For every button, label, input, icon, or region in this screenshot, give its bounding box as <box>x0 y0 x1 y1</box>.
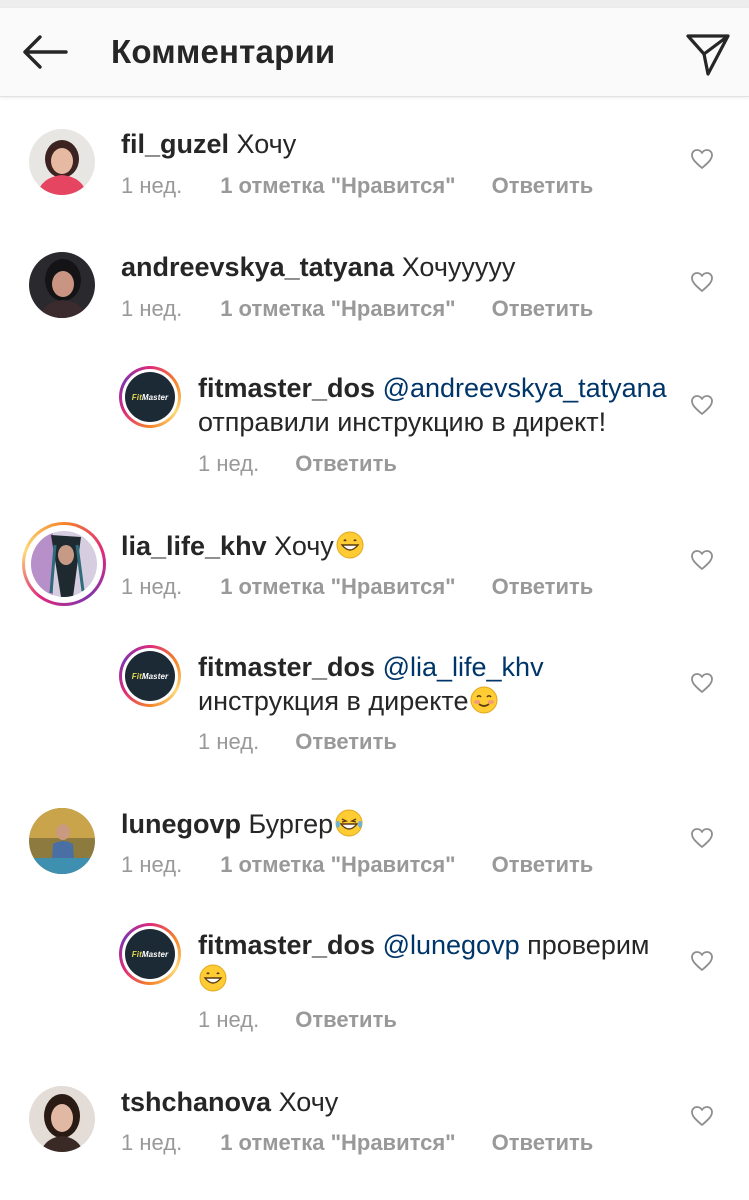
comment-time: 1 нед. <box>121 1130 183 1155</box>
app-header: Комментарии <box>0 8 749 97</box>
reply-text: инструкция в директе <box>198 686 469 716</box>
comment-username[interactable]: tshchanova <box>121 1087 271 1117</box>
likes-count-link[interactable]: 1 отметка "Нравится" <box>220 852 455 877</box>
heart-icon[interactable] <box>690 827 714 849</box>
likes-count-link[interactable]: 1 отметка "Нравится" <box>220 296 455 321</box>
heart-icon[interactable] <box>690 950 714 972</box>
reply-time: 1 нед. <box>198 1007 260 1032</box>
comment-time: 1 нед. <box>121 173 183 198</box>
likes-count-link[interactable]: 1 отметка "Нравится" <box>220 1130 455 1155</box>
mention-link[interactable]: @lunegovp <box>383 930 520 960</box>
comment-text: Хочу <box>236 129 297 159</box>
reply-button[interactable]: Ответить <box>492 296 594 321</box>
back-button[interactable] <box>18 32 70 72</box>
avatar[interactable] <box>29 252 95 318</box>
avatar[interactable]: Fit Master <box>119 645 181 707</box>
comment-username[interactable]: fil_guzel <box>121 129 229 159</box>
comment-username[interactable]: andreevskya_tatyana <box>121 252 394 282</box>
avatar[interactable]: Fit Master <box>119 366 181 428</box>
reply-button[interactable]: Ответить <box>492 1130 594 1155</box>
paper-plane-icon <box>686 34 730 76</box>
grinning-face-emoji <box>199 964 227 992</box>
heart-icon[interactable] <box>690 394 714 416</box>
heart-icon[interactable] <box>690 1105 714 1127</box>
grinning-face-emoji <box>336 531 364 559</box>
reply-button[interactable]: Ответить <box>295 1007 397 1032</box>
reply-button[interactable]: Ответить <box>492 574 594 599</box>
comment-text: Хочу <box>278 1087 339 1117</box>
avatar[interactable] <box>29 1086 95 1152</box>
avatar[interactable] <box>29 808 95 874</box>
reply-button[interactable]: Ответить <box>492 852 594 877</box>
comment-time: 1 нед. <box>121 296 183 321</box>
avatar[interactable] <box>29 129 95 195</box>
story-ring[interactable] <box>22 522 106 606</box>
comment-username[interactable]: lunegovp <box>121 809 241 839</box>
page-title: Комментарии <box>111 33 336 70</box>
reply-time: 1 нед. <box>198 729 260 754</box>
heart-icon[interactable] <box>690 549 714 571</box>
reply-text: проверим <box>527 930 650 960</box>
comment-text: Хочу <box>274 531 334 561</box>
avatar <box>31 531 97 597</box>
reply-username[interactable]: fitmaster_dos <box>198 373 375 403</box>
heart-icon[interactable] <box>690 148 714 170</box>
likes-count-link[interactable]: 1 отметка "Нравится" <box>220 574 455 599</box>
comment-text: Хочууууу <box>401 252 516 282</box>
fitmaster-logo: Fit Master <box>125 651 175 701</box>
comment-text: Бургер <box>248 809 334 839</box>
tears-of-joy-emoji <box>335 809 363 837</box>
arrow-left-icon <box>23 35 68 69</box>
fitmaster-logo: Fit Master <box>125 929 175 979</box>
reply-button[interactable]: Ответить <box>492 173 594 198</box>
send-button[interactable] <box>684 30 732 78</box>
comment-username[interactable]: lia_life_khv <box>121 531 267 561</box>
reply-username[interactable]: fitmaster_dos <box>198 652 375 682</box>
heart-icon[interactable] <box>690 271 714 293</box>
likes-count-link[interactable]: 1 отметка "Нравится" <box>220 173 455 198</box>
reply-button[interactable]: Ответить <box>295 451 397 476</box>
fitmaster-logo: Fit Master <box>125 372 175 422</box>
mention-link[interactable]: @andreevskya_tatyana <box>383 373 667 403</box>
heart-icon[interactable] <box>690 672 714 694</box>
smiling-face-emoji <box>470 686 498 714</box>
mention-link[interactable]: @lia_life_khv <box>383 652 544 682</box>
avatar[interactable]: Fit Master <box>119 923 181 985</box>
status-bar <box>0 0 749 8</box>
reply-text: отправили инструкцию в директ! <box>198 407 607 437</box>
comment-time: 1 нед. <box>121 852 183 877</box>
reply-username[interactable]: fitmaster_dos <box>198 930 375 960</box>
reply-button[interactable]: Ответить <box>295 729 397 754</box>
comment-time: 1 нед. <box>121 574 183 599</box>
reply-time: 1 нед. <box>198 451 260 476</box>
